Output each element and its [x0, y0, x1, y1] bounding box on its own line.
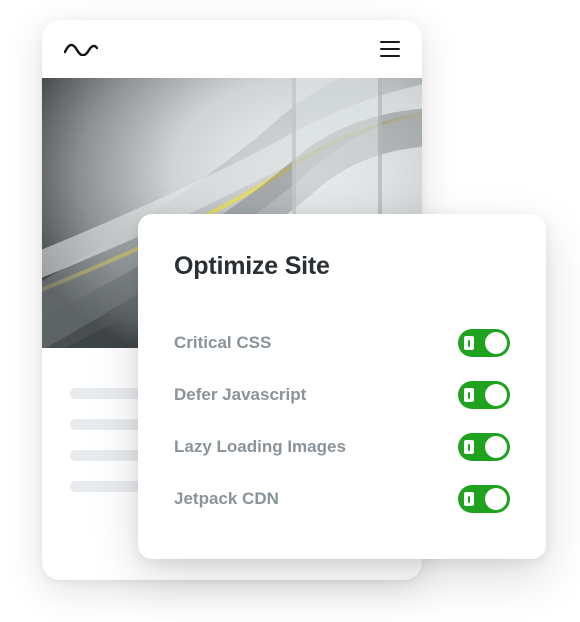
- boost-badge-icon: [464, 492, 474, 506]
- setting-row-jetpack-cdn: Jetpack CDN: [174, 473, 510, 525]
- hamburger-icon[interactable]: [380, 41, 400, 57]
- optimize-panel: Optimize Site Critical CSS Defer Javascr…: [138, 214, 546, 559]
- panel-title: Optimize Site: [174, 252, 510, 281]
- toggle-lazy-load[interactable]: [458, 433, 510, 461]
- setting-label: Critical CSS: [174, 333, 271, 353]
- boost-badge-icon: [464, 388, 474, 402]
- site-header: [42, 20, 422, 78]
- boost-badge-icon: [464, 440, 474, 454]
- boost-badge-icon: [464, 336, 474, 350]
- toggle-knob: [485, 384, 507, 406]
- toggle-critical-css[interactable]: [458, 329, 510, 357]
- toggle-jetpack-cdn[interactable]: [458, 485, 510, 513]
- toggle-knob: [485, 332, 507, 354]
- setting-row-lazy-load: Lazy Loading Images: [174, 421, 510, 473]
- setting-label: Defer Javascript: [174, 385, 306, 405]
- toggle-defer-js[interactable]: [458, 381, 510, 409]
- toggle-knob: [485, 436, 507, 458]
- toggle-knob: [485, 488, 507, 510]
- setting-label: Jetpack CDN: [174, 489, 279, 509]
- site-logo: [64, 42, 98, 56]
- setting-row-defer-js: Defer Javascript: [174, 369, 510, 421]
- setting-label: Lazy Loading Images: [174, 437, 346, 457]
- setting-row-critical-css: Critical CSS: [174, 317, 510, 369]
